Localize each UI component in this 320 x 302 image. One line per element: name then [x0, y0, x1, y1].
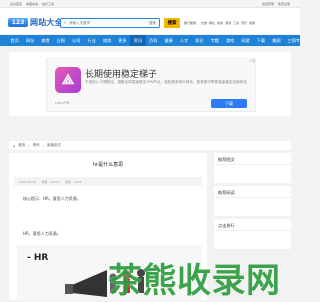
nav-item[interactable]: 下载: [253, 35, 268, 46]
sidebar-recommended-pics: 推荐图文: [214, 153, 291, 183]
set-homepage-link[interactable]: 设为首页: [10, 2, 22, 6]
bookmark-link[interactable]: 收藏本站: [26, 2, 38, 6]
article-title: hr是什么意思: [92, 162, 124, 168]
breadcrumb-separator: ›: [42, 143, 45, 148]
ad-banner: ⟁ 长期使用稳定梯子 不用担心卡顿断连，搜集全球高速稳定VPN节点，轻松畅游海外…: [9, 52, 291, 116]
hot-search-item[interactable]: 游戏: [225, 21, 231, 25]
nav-item[interactable]: 美图: [269, 35, 284, 46]
nav-item[interactable]: 行业: [84, 35, 99, 46]
nav-item[interactable]: 日报: [53, 35, 68, 46]
article-paragraph: HR，意思人力资源。: [23, 231, 61, 236]
ad-download-button[interactable]: 下载: [211, 99, 247, 108]
nav-item[interactable]: 专题: [207, 35, 222, 46]
nav-item[interactable]: 首页: [7, 35, 22, 46]
site-header: 123 网站大全 ⌕ 搜索 搜索 热门搜索： 文章 网址 新闻 游戏 工具 音乐…: [0, 8, 300, 34]
ad-mark: 广告: [248, 59, 255, 63]
search-button[interactable]: 搜索: [164, 18, 180, 28]
breadcrumb-home[interactable]: 首页: [18, 143, 25, 148]
nav-item[interactable]: 人才: [176, 35, 191, 46]
ad-title: 长期使用稳定梯子: [85, 70, 158, 80]
logo-badge: 123: [8, 18, 28, 27]
hot-search-item[interactable]: 新闻: [217, 21, 223, 25]
ad-description: 不用担心卡顿断连，搜集全球高速稳定VPN节点，轻松畅游海外网站，登录即可享受高速…: [85, 80, 247, 84]
article-author: 作者：admin: [41, 179, 60, 184]
home-icon: ⌂: [13, 143, 16, 148]
nav-item[interactable]: 网址: [22, 35, 37, 46]
nav-item[interactable]: 公司: [69, 35, 84, 46]
nav-item[interactable]: 三国专题: [284, 35, 308, 46]
hot-searches: 热门搜索： 文章 网址 新闻 游戏 工具 音乐 视频: [184, 21, 296, 25]
nav-item[interactable]: 健康: [161, 35, 176, 46]
sidebar-recommended-reading: 推荐阅读: [214, 186, 291, 216]
hot-searches-label: 热门搜索：: [184, 21, 200, 25]
article-meta: 2024-06-01 作者：admin 阅读：1024: [14, 177, 202, 186]
breadcrumb-category[interactable]: 资讯: [33, 143, 40, 148]
article-views: 阅读：1024: [64, 179, 82, 184]
nav-item[interactable]: 知识: [192, 35, 207, 46]
site-logo[interactable]: 123 网站大全: [8, 17, 63, 28]
divider: [214, 164, 291, 165]
sidebar-top-clicks: 点击排行: [214, 219, 291, 249]
top-bar: 设为首页 收藏本站 站长工具 会员登录 免费注册: [0, 0, 300, 8]
ad-card[interactable]: ⟁ 长期使用稳定梯子 不用担心卡顿断连，搜集全球高速稳定VPN节点，轻松畅游海外…: [46, 58, 256, 112]
hot-search-item[interactable]: 网址: [209, 21, 215, 25]
breadcrumb-separator: ›: [28, 143, 30, 148]
hot-search-item[interactable]: 视频: [249, 21, 255, 25]
search-type-select[interactable]: 搜索: [149, 21, 156, 26]
vpn-app-icon: ⟁: [55, 67, 81, 93]
sidebar-box-title: 点击排行: [218, 223, 235, 228]
nav-item[interactable]: 网游: [238, 35, 253, 46]
nav-item[interactable]: 更多: [115, 35, 130, 46]
site-watermark: 茶熊收录网: [108, 261, 281, 301]
hot-search-item[interactable]: 文章: [201, 21, 207, 25]
main-nav: 首页 网址 美食 日报 公司 行业 旅游 更多 资讯 百科 健康 人才 知识 专题 游戏 网游 下载 美图 三国专题: [0, 35, 304, 46]
top-bar-right: 会员登录 免费注册: [262, 2, 290, 6]
nav-item[interactable]: 百科: [146, 35, 161, 46]
nav-item[interactable]: 资讯: [130, 35, 146, 46]
ad-brand: LetsVPN: [55, 101, 70, 105]
sidebar-box-title: 推荐阅读: [218, 190, 235, 195]
breadcrumb: ⌂ 首页 › 资讯 › 阅读全文: [9, 141, 291, 150]
hot-search-item[interactable]: 音乐: [241, 21, 247, 25]
sidebar-box-title: 推荐图文: [218, 157, 235, 162]
search-box: ⌕ 搜索: [60, 18, 160, 28]
search-input[interactable]: [69, 21, 141, 25]
article-date: 2024-06-01: [19, 179, 37, 184]
login-link[interactable]: 会员登录: [262, 2, 274, 6]
divider: [214, 197, 291, 198]
breadcrumb-current: 阅读全文: [47, 143, 62, 147]
logo-name: 网站大全: [30, 18, 63, 27]
search-icon: ⌕: [63, 20, 67, 26]
hot-search-item[interactable]: 工具: [233, 21, 239, 25]
nav-item[interactable]: 美食: [38, 35, 53, 46]
tools-link[interactable]: 站长工具: [42, 2, 54, 6]
article-summary: 核心提示：HR，意思人力资源。: [23, 196, 81, 201]
nav-item[interactable]: 游戏: [222, 35, 237, 46]
nav-item[interactable]: 旅游: [99, 35, 114, 46]
divider: [214, 230, 291, 231]
top-bar-left: 设为首页 收藏本站 站长工具: [10, 2, 54, 6]
register-link[interactable]: 免费注册: [278, 2, 290, 6]
